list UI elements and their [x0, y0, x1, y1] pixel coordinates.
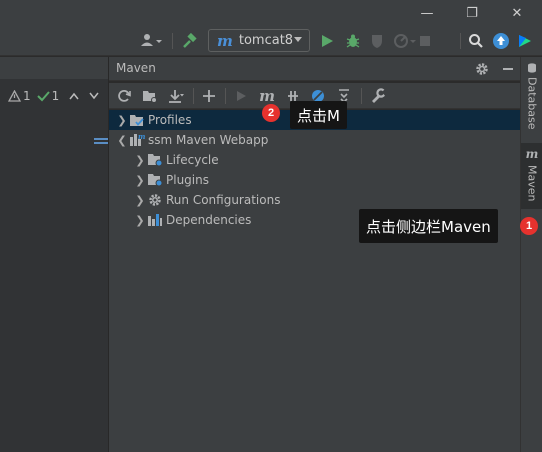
tree-node-label: Dependencies	[166, 213, 252, 227]
chevron-down-icon[interactable]: ❮	[115, 134, 129, 147]
maven-project-icon: m	[129, 133, 145, 147]
user-menu-button[interactable]	[138, 29, 166, 53]
download-sources-button[interactable]	[165, 85, 187, 107]
lifecycle-folder-icon	[147, 153, 163, 167]
step2-badge: 2	[262, 104, 280, 122]
tree-node-plugins[interactable]: ❯ Plugins	[109, 170, 520, 190]
maven-tab-icon: m	[525, 147, 539, 161]
shield-icon	[372, 35, 382, 48]
dependencies-icon	[147, 213, 163, 227]
run-configuration-selector[interactable]: m tomcat8	[208, 29, 310, 52]
inspection-widget[interactable]: 1 1	[8, 89, 99, 103]
check-icon	[36, 91, 50, 102]
change-marker	[94, 138, 108, 144]
profile-button[interactable]	[392, 29, 418, 53]
gear-icon	[476, 63, 488, 75]
profiler-icon	[394, 34, 416, 48]
debug-button[interactable]	[342, 29, 364, 53]
passed-count: 1	[51, 89, 60, 103]
right-tool-strip: Database m Maven	[520, 57, 542, 452]
restore-button[interactable]: ❐	[455, 0, 489, 26]
close-window-button[interactable]: ✕	[500, 0, 534, 26]
search-icon	[469, 34, 483, 48]
panel-settings-button[interactable]	[473, 60, 491, 78]
tree-node-label: ssm Maven Webapp	[148, 133, 269, 147]
stop-button[interactable]	[416, 29, 434, 53]
profiles-folder-icon	[129, 113, 145, 127]
update-button[interactable]	[490, 29, 512, 53]
chevron-right-icon[interactable]: ❯	[115, 114, 129, 127]
download-icon	[169, 90, 184, 103]
editor-gutter	[0, 79, 108, 452]
database-tab[interactable]: Database	[521, 63, 542, 135]
bug-icon	[346, 34, 360, 48]
chevron-right-icon[interactable]: ❯	[133, 174, 147, 187]
tree-node-label: Plugins	[166, 173, 209, 187]
plugins-folder-icon	[147, 173, 163, 187]
database-tab-label: Database	[525, 77, 539, 130]
plus-icon	[203, 90, 215, 102]
maven-m-icon: m	[217, 31, 233, 50]
gear-icon	[147, 193, 163, 207]
warning-count: 1	[23, 89, 31, 103]
chevron-down-icon	[294, 37, 302, 42]
tree-node-project[interactable]: ❮ m ssm Maven Webapp	[109, 130, 520, 150]
coverage-button[interactable]	[366, 29, 388, 53]
database-icon	[528, 63, 536, 73]
step1-badge: 1	[520, 217, 538, 235]
svg-text:m: m	[138, 133, 145, 141]
hammer-icon	[183, 33, 197, 48]
play-icon	[322, 35, 333, 47]
tree-node-label: Profiles	[148, 113, 192, 127]
tree-node-label: Lifecycle	[166, 153, 219, 167]
chevron-right-icon[interactable]: ❯	[133, 154, 147, 167]
run-maven-build-button[interactable]	[230, 85, 252, 107]
chevron-up-icon[interactable]	[69, 92, 79, 100]
chevron-down-icon[interactable]	[89, 92, 99, 100]
maven-tab-label: Maven	[525, 165, 539, 202]
step2-callout: 点击M	[290, 101, 347, 129]
maven-tab[interactable]: m Maven	[521, 143, 542, 209]
user-icon	[141, 34, 162, 46]
maven-settings-button[interactable]	[367, 85, 389, 107]
play-icon	[237, 91, 246, 101]
maven-panel-header: Maven	[109, 57, 520, 81]
toolbox-button[interactable]	[514, 29, 536, 53]
build-button[interactable]	[178, 29, 200, 53]
step1-callout: 点击侧边栏Maven	[359, 209, 498, 243]
add-project-button[interactable]	[198, 85, 220, 107]
chevron-right-icon[interactable]: ❯	[133, 214, 147, 227]
tree-node-run-configurations[interactable]: ❯ Run Configurations	[109, 190, 520, 210]
tree-node-lifecycle[interactable]: ❯ Lifecycle	[109, 150, 520, 170]
search-button[interactable]	[465, 29, 487, 53]
run-configuration-label: tomcat8	[238, 33, 294, 48]
toolbox-logo-icon	[519, 35, 531, 47]
editor-area	[0, 57, 108, 452]
update-arrow-icon	[493, 33, 509, 49]
refresh-icon	[118, 90, 131, 102]
warning-icon	[8, 90, 21, 102]
run-button[interactable]	[316, 29, 338, 53]
chevron-right-icon[interactable]: ❯	[133, 194, 147, 207]
tree-node-label: Run Configurations	[166, 193, 281, 207]
wrench-icon	[372, 88, 386, 103]
minimize-button[interactable]: —	[410, 0, 444, 26]
maven-panel-title: Maven	[116, 61, 156, 75]
title-bar: — ❐ ✕	[0, 0, 542, 26]
minimize-icon	[503, 68, 513, 70]
editor-tab-bar	[0, 57, 108, 79]
hide-panel-button[interactable]	[499, 60, 517, 78]
reload-button[interactable]	[113, 85, 135, 107]
stop-icon	[420, 36, 430, 46]
folder-gear-icon	[143, 91, 157, 103]
generate-sources-button[interactable]	[139, 85, 161, 107]
